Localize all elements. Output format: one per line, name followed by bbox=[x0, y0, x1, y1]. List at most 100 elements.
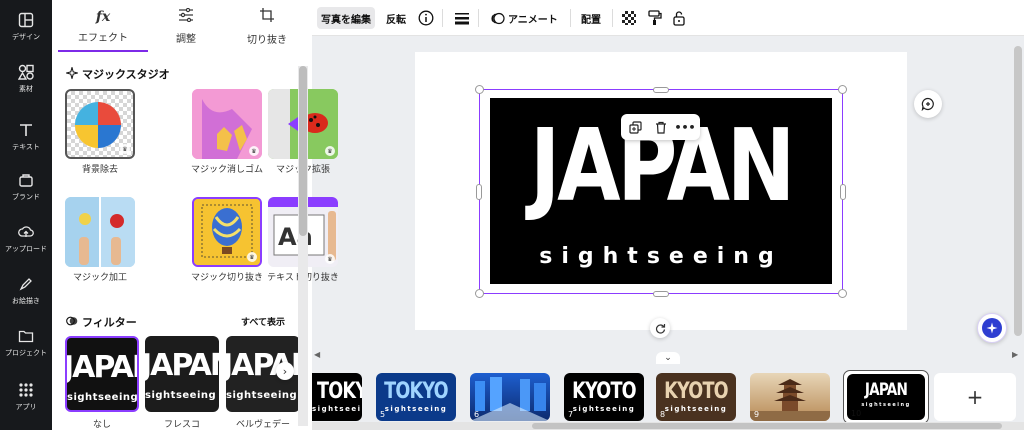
flip-button[interactable]: 反転 bbox=[382, 7, 410, 29]
filter-next-button[interactable]: › bbox=[276, 362, 294, 380]
apps-icon bbox=[17, 381, 35, 399]
rail-item-text[interactable]: テキスト bbox=[0, 110, 52, 162]
scroll-thumb[interactable] bbox=[1014, 46, 1022, 336]
rail-label: アプリ bbox=[15, 402, 37, 411]
page-number: 10 bbox=[851, 409, 862, 418]
rail-item-apps[interactable]: アプリ bbox=[0, 370, 52, 422]
rail-label: お絵描き bbox=[12, 296, 40, 305]
strip-scroll-right[interactable]: ▶ bbox=[1012, 350, 1018, 359]
rail-label: プロジェクト bbox=[5, 348, 47, 357]
collapse-pages-button[interactable]: ⌄ bbox=[656, 352, 680, 364]
resize-handle-top[interactable] bbox=[653, 87, 669, 93]
rail-item-design[interactable]: デザイン bbox=[0, 0, 52, 52]
canvas-vertical-scrollbar[interactable] bbox=[1012, 36, 1024, 346]
thumb-subtitle: sightseeing bbox=[572, 405, 636, 413]
resize-handle-left[interactable] bbox=[476, 184, 482, 200]
page-thumbnail-current[interactable]: JAPAN sightseeing 10 bbox=[847, 374, 925, 420]
plus-icon: + bbox=[966, 385, 984, 409]
magic-eraser-tile[interactable]: ♛ bbox=[192, 89, 262, 159]
tab-effects[interactable]: fx エフェクト bbox=[60, 0, 146, 52]
filter-none-tile[interactable]: JAPAN sightseeing bbox=[65, 336, 139, 412]
magic-edit-tile[interactable] bbox=[65, 197, 135, 267]
magic-sparkle-icon bbox=[982, 318, 1002, 338]
page-thumbnail[interactable]: 6 bbox=[470, 373, 550, 421]
delete-button[interactable] bbox=[653, 119, 669, 135]
magic-bg-remover-tile[interactable]: ♛ bbox=[65, 89, 135, 159]
show-all-link[interactable]: すべて表示 bbox=[241, 315, 285, 328]
border-weight-icon bbox=[455, 13, 469, 25]
crown-icon: ♛ bbox=[325, 146, 335, 156]
thumb-title: KYOTO bbox=[572, 379, 636, 404]
info-button[interactable] bbox=[414, 7, 438, 29]
rotate-button[interactable] bbox=[650, 318, 670, 338]
add-page-button[interactable]: + bbox=[934, 373, 1016, 421]
transparency-icon bbox=[622, 11, 636, 25]
rail-item-upload[interactable]: アップロード bbox=[0, 212, 52, 264]
text-icon bbox=[17, 121, 35, 139]
active-tab-indicator bbox=[58, 50, 148, 52]
layout-icon bbox=[17, 11, 35, 29]
resize-handle-bottom-right[interactable] bbox=[838, 289, 847, 298]
magic-studio-heading: マジックスタジオ bbox=[64, 65, 170, 82]
border-style-button[interactable] bbox=[450, 7, 474, 29]
magic-assistant-button[interactable] bbox=[977, 313, 1007, 343]
resize-handle-right[interactable] bbox=[840, 184, 846, 200]
lock-button[interactable] bbox=[668, 7, 690, 29]
page-thumbnail[interactable]: KYOTO sightseeing 8 bbox=[656, 373, 736, 421]
transparency-button[interactable] bbox=[618, 7, 640, 29]
trash-icon bbox=[656, 121, 666, 134]
page-number: 9 bbox=[754, 410, 760, 419]
chevron-down-icon: ⌄ bbox=[664, 353, 672, 363]
copy-style-button[interactable] bbox=[644, 7, 666, 29]
crown-icon: ♛ bbox=[120, 144, 130, 154]
animate-button[interactable]: アニメート bbox=[486, 7, 562, 29]
rail-item-draw[interactable]: お絵描き bbox=[0, 264, 52, 316]
animate-label: アニメート bbox=[508, 14, 558, 26]
element-context-menu: ••• bbox=[621, 114, 700, 140]
rail-item-projects[interactable]: プロジェクト bbox=[0, 316, 52, 368]
upload-icon bbox=[17, 223, 35, 241]
chevron-right-icon: › bbox=[282, 364, 288, 378]
scroll-thumb[interactable] bbox=[299, 66, 307, 236]
duplicate-button[interactable] bbox=[627, 119, 643, 135]
filter-preview-sub: sightseeing bbox=[67, 392, 139, 403]
thumb-subtitle: sightseeing bbox=[664, 405, 728, 413]
more-icon: ••• bbox=[674, 120, 696, 134]
tab-label: エフェクト bbox=[78, 32, 128, 44]
thumb-subtitle: sightseeing bbox=[384, 405, 448, 413]
rail-item-brand[interactable]: ブランド bbox=[0, 160, 52, 212]
strip-horizontal-scrollbar[interactable] bbox=[312, 422, 1024, 430]
page-thumbnail[interactable]: TOKYO sightseeing bbox=[312, 373, 362, 421]
paint-roller-icon bbox=[648, 10, 662, 25]
crop-icon bbox=[259, 7, 275, 27]
tab-crop[interactable]: 切り抜き bbox=[224, 0, 310, 52]
position-button[interactable]: 配置 bbox=[577, 7, 605, 29]
page-number: 7 bbox=[568, 410, 574, 419]
city-photo-image bbox=[470, 377, 550, 421]
resize-handle-bottom-left[interactable] bbox=[475, 289, 484, 298]
page-thumbnail[interactable]: KYOTO sightseeing 7 bbox=[564, 373, 644, 421]
filter-label: ベルヴェデー bbox=[235, 420, 290, 430]
scroll-thumb[interactable] bbox=[532, 423, 1002, 429]
filter-preview-title: JAPAN bbox=[65, 350, 137, 385]
edit-photo-button[interactable]: 写真を編集 bbox=[317, 7, 375, 29]
strip-scroll-left[interactable]: ◀ bbox=[314, 350, 320, 359]
page-thumbnail[interactable]: TOKYO sightseeing 5 bbox=[376, 373, 456, 421]
rail-item-elements[interactable]: 素材 bbox=[0, 52, 52, 104]
comment-add-icon bbox=[921, 97, 934, 111]
filter-fresco-tile[interactable]: JAPAN sightseeing bbox=[145, 336, 219, 412]
resize-handle-bottom[interactable] bbox=[653, 291, 669, 297]
resize-handle-top-left[interactable] bbox=[475, 85, 484, 94]
tab-label: 調整 bbox=[176, 34, 196, 45]
page-number: 6 bbox=[474, 410, 480, 419]
more-options-button[interactable]: ••• bbox=[674, 119, 696, 135]
sparkle-icon bbox=[64, 65, 80, 82]
panel-scrollbar[interactable] bbox=[298, 66, 308, 426]
page-thumbnail[interactable]: 9 bbox=[750, 373, 830, 421]
comment-button[interactable] bbox=[914, 90, 942, 118]
magic-grab-tile[interactable]: ♛ bbox=[192, 197, 262, 267]
tab-adjust[interactable]: 調整 bbox=[143, 0, 229, 52]
resize-handle-top-right[interactable] bbox=[838, 85, 847, 94]
brand-icon bbox=[17, 171, 35, 189]
lock-icon bbox=[673, 11, 685, 26]
